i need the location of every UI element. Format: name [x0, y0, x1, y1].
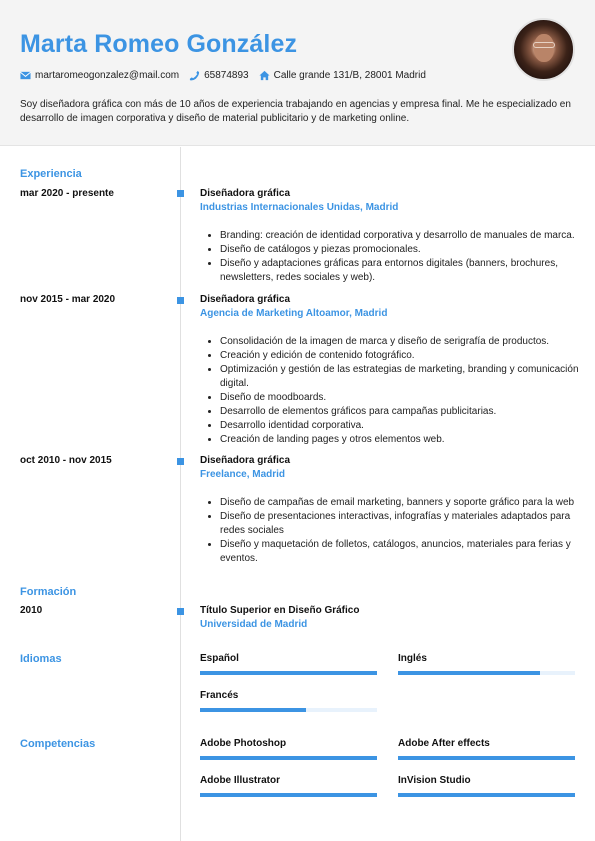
skill-name: Adobe Photoshop — [200, 738, 287, 749]
skill-name: InVision Studio — [398, 775, 471, 786]
experience-date: mar 2020 - presente — [20, 188, 114, 199]
experience-entry: Diseñadora gráfica Agencia de Marketing … — [200, 293, 580, 447]
photo-glasses — [533, 42, 555, 48]
skill-name: Adobe Illustrator — [200, 775, 281, 786]
list-item: Diseño y maquetación de folletos, catálo… — [220, 538, 580, 566]
list-item: Diseño de presentaciones interactivas, i… — [220, 510, 580, 538]
level-bar — [398, 671, 575, 675]
section-title-languages: Idiomas — [20, 653, 62, 665]
profile-photo — [512, 18, 575, 81]
education-entry: Título Superior en Diseño Gráfico Univer… — [200, 604, 580, 632]
list-item: Consolidación de la imagen de marca y di… — [220, 335, 580, 349]
level-bar — [200, 671, 377, 675]
timeline-marker — [177, 297, 184, 304]
degree-title: Título Superior en Diseño Gráfico — [200, 605, 360, 616]
timeline-marker — [177, 458, 184, 465]
envelope-icon — [20, 71, 31, 80]
job-title: Diseñadora gráfica — [200, 188, 291, 199]
level-bar-fill — [200, 756, 377, 760]
level-bar-fill — [398, 671, 540, 675]
list-item: Diseño de moodboards. — [220, 391, 580, 405]
language-item: Español — [200, 653, 377, 675]
contact-info: martaromeogonzalez@mail.com 65874893 Cal… — [20, 70, 436, 81]
level-bar — [398, 756, 575, 760]
skill-item: Adobe Illustrator — [200, 775, 377, 797]
experience-date: nov 2015 - mar 2020 — [20, 294, 116, 305]
job-title: Diseñadora gráfica — [200, 294, 291, 305]
timeline-marker — [177, 190, 184, 197]
education-date: 2010 — [20, 605, 43, 616]
skill-item: Adobe After effects — [398, 738, 575, 760]
level-bar-fill — [200, 671, 377, 675]
language-name: Inglés — [398, 653, 427, 664]
list-item: Optimización y gestión de las estrategia… — [220, 363, 580, 391]
contact-phone[interactable]: 65874893 — [189, 70, 249, 81]
language-name: Francés — [200, 690, 239, 701]
skill-item: InVision Studio — [398, 775, 575, 797]
level-bar-fill — [200, 708, 307, 712]
list-item: Diseño de campañas de email marketing, b… — [220, 496, 580, 510]
skill-name: Adobe After effects — [398, 738, 490, 749]
responsibilities-list: Diseño de campañas de email marketing, b… — [200, 496, 580, 566]
company: Freelance, Madrid — [200, 469, 286, 480]
profile-summary: Soy diseñadora gráfica con más de 10 año… — [20, 99, 571, 124]
home-icon — [259, 70, 270, 81]
job-title: Diseñadora gráfica — [200, 455, 291, 466]
list-item: Desarrollo de elementos gráficos para ca… — [220, 405, 580, 419]
section-title-experience: Experiencia — [20, 168, 82, 180]
company: Agencia de Marketing Altoamor, Madrid — [200, 308, 388, 319]
institution: Universidad de Madrid — [200, 619, 308, 630]
language-item: Francés — [200, 690, 377, 712]
language-item: Inglés — [398, 653, 575, 675]
experience-entry: Diseñadora gráfica Freelance, Madrid Dis… — [200, 454, 580, 566]
responsibilities-list: Branding: creación de identidad corporat… — [200, 229, 580, 285]
level-bar-fill — [398, 793, 575, 797]
phone-icon — [190, 70, 200, 81]
header: Marta Romeo González martaromeogonzalez@… — [0, 0, 595, 146]
language-name: Español — [200, 653, 239, 664]
level-bar-fill — [200, 793, 377, 797]
timeline-divider — [180, 147, 181, 841]
list-item: Diseño y adaptaciones gráficas para ento… — [220, 257, 580, 285]
list-item: Creación y edición de contenido fotográf… — [220, 349, 580, 363]
skill-item: Adobe Photoshop — [200, 738, 377, 760]
list-item: Branding: creación de identidad corporat… — [220, 229, 580, 243]
list-item: Desarrollo identidad corporativa. — [220, 419, 580, 433]
list-item: Creación de landing pages y otros elemen… — [220, 433, 580, 447]
timeline-marker — [177, 608, 184, 615]
contact-address: Calle grande 131/B, 28001 Madrid — [259, 70, 426, 81]
section-title-skills: Competencias — [20, 738, 96, 750]
company: Industrias Internacionales Unidas, Madri… — [200, 202, 399, 213]
experience-date: oct 2010 - nov 2015 — [20, 455, 112, 466]
level-bar — [200, 708, 377, 712]
phone-text: 65874893 — [204, 70, 249, 81]
section-title-education: Formación — [20, 586, 77, 598]
email-text: martaromeogonzalez@mail.com — [35, 70, 180, 81]
level-bar-fill — [398, 756, 575, 760]
address-text: Calle grande 131/B, 28001 Madrid — [273, 70, 426, 81]
list-item: Diseño de catálogos y piezas promocional… — [220, 243, 580, 257]
level-bar — [200, 793, 377, 797]
contact-email[interactable]: martaromeogonzalez@mail.com — [20, 70, 179, 81]
level-bar — [200, 756, 377, 760]
responsibilities-list: Consolidación de la imagen de marca y di… — [200, 335, 580, 447]
level-bar — [398, 793, 575, 797]
full-name: Marta Romeo González — [20, 30, 298, 58]
experience-entry: Diseñadora gráfica Industrias Internacio… — [200, 187, 580, 285]
photo-face — [534, 34, 554, 62]
